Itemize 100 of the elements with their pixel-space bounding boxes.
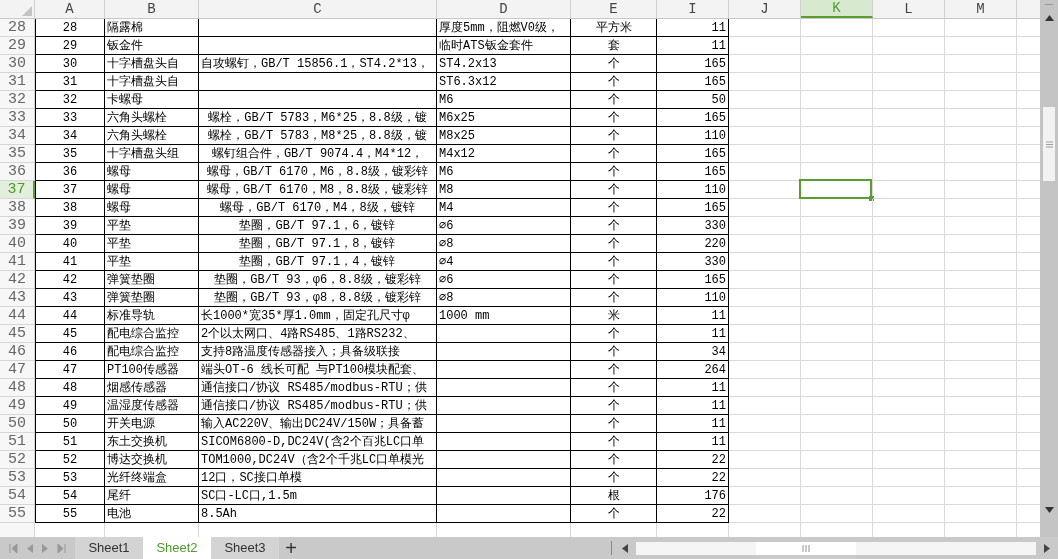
table-cell[interactable]: 46 [35,343,105,361]
table-cell[interactable]: ST6.3x12 [437,73,571,91]
scroll-thumb[interactable] [1043,107,1055,181]
table-cell[interactable]: 29 [35,37,105,55]
table-cell[interactable]: 螺钉组合件，GB/T 9074.4，M4*12， [199,145,437,163]
column-header[interactable]: E [571,0,657,18]
table-cell[interactable]: 38 [35,199,105,217]
table-cell[interactable]: 个 [571,163,657,181]
table-cell[interactable]: 43 [35,289,105,307]
table-cell[interactable]: 长1000*宽35*厚1.0mm，固定孔尺寸φ [199,307,437,325]
table-cell[interactable]: 东土交换机 [105,433,199,451]
table-cell[interactable]: 176 [657,487,729,505]
table-cell[interactable]: 烟感传感器 [105,379,199,397]
table-cell[interactable]: 个 [571,361,657,379]
table-cell[interactable]: 螺栓，GB/T 5783，M8*25，8.8级，镀 [199,127,437,145]
table-cell[interactable]: 个 [571,433,657,451]
table-cell[interactable]: 49 [35,397,105,415]
scroll-down-icon[interactable] [1044,507,1054,513]
column-header[interactable]: I [657,0,729,18]
table-cell[interactable]: ⌀6 [437,217,571,235]
table-cell[interactable]: 十字槽盘头自 [105,73,199,91]
table-cell[interactable]: 通信接口/协议 RS485/modbus-RTU；供 [199,379,437,397]
column-header[interactable]: C [199,0,437,18]
table-cell[interactable]: 隔露棉 [105,19,199,37]
table-cell[interactable]: SICOM6800-D,DC24V(含2个百兆LC口单 [199,433,437,451]
table-cell[interactable]: 165 [657,109,729,127]
table-cell[interactable]: 卡螺母 [105,91,199,109]
table-cell[interactable]: 个 [571,343,657,361]
table-cell[interactable]: 支持8路温度传感器接入；具备级联接 [199,343,437,361]
first-sheet-icon[interactable] [8,543,18,553]
row-header[interactable]: 30 [0,55,35,73]
next-sheet-icon[interactable] [42,543,49,553]
table-cell[interactable]: 110 [657,127,729,145]
table-cell[interactable]: 尾纤 [105,487,199,505]
table-cell[interactable]: 个 [571,73,657,91]
table-cell[interactable]: 个 [571,379,657,397]
row-header[interactable]: 43 [0,289,35,307]
table-cell[interactable]: 个 [571,109,657,127]
table-cell[interactable]: 34 [35,127,105,145]
column-header[interactable]: B [105,0,199,18]
empty-cell[interactable] [437,433,571,451]
table-cell[interactable]: M6 [437,163,571,181]
table-cell[interactable]: M8x25 [437,127,571,145]
table-cell[interactable]: 11 [657,37,729,55]
table-cell[interactable]: 个 [571,325,657,343]
row-header[interactable]: 48 [0,379,35,397]
table-cell[interactable]: 50 [35,415,105,433]
table-cell[interactable]: 220 [657,235,729,253]
sheet-tab[interactable]: Sheet2 [143,537,211,559]
table-cell[interactable]: 11 [657,19,729,37]
table-cell[interactable]: ST4.2x13 [437,55,571,73]
table-cell[interactable]: 个 [571,253,657,271]
table-cell[interactable]: 44 [35,307,105,325]
table-cell[interactable]: 12口，SC接口单模 [199,469,437,487]
empty-cell[interactable] [437,343,571,361]
table-cell[interactable]: 48 [35,379,105,397]
table-cell[interactable]: 自攻螺钉，GB/T 15856.1，ST4.2*13， [199,55,437,73]
table-cell[interactable]: ⌀4 [437,253,571,271]
table-cell[interactable]: 42 [35,271,105,289]
row-header[interactable]: 35 [0,145,35,163]
row-header[interactable]: 52 [0,451,35,469]
table-cell[interactable]: 个 [571,451,657,469]
table-cell[interactable]: 螺栓，GB/T 5783，M6*25，8.8级，镀 [199,109,437,127]
table-cell[interactable]: 个 [571,91,657,109]
table-cell[interactable]: 35 [35,145,105,163]
table-cell[interactable]: 个 [571,235,657,253]
table-cell[interactable]: 平垫 [105,253,199,271]
table-cell[interactable]: 165 [657,199,729,217]
add-sheet-button[interactable]: + [279,537,303,559]
table-cell[interactable]: M6 [437,91,571,109]
table-cell[interactable]: 个 [571,505,657,523]
table-cell[interactable]: 弹簧垫圈 [105,271,199,289]
table-cell[interactable]: 2个以太网口、4路RS485、1路RS232、 [199,325,437,343]
table-cell[interactable]: 套 [571,37,657,55]
vertical-scrollbar[interactable] [1040,0,1058,537]
table-cell[interactable]: 个 [571,127,657,145]
empty-cell[interactable] [437,415,571,433]
table-cell[interactable]: 22 [657,505,729,523]
table-cell[interactable]: 六角头螺栓 [105,109,199,127]
table-cell[interactable]: 螺母 [105,199,199,217]
table-cell[interactable]: 33 [35,109,105,127]
scroll-right-icon[interactable] [1044,543,1050,553]
table-cell[interactable]: 41 [35,253,105,271]
empty-cell[interactable] [437,469,571,487]
table-cell[interactable]: 临时ATS钣金套件 [437,37,571,55]
table-cell[interactable]: 根 [571,487,657,505]
row-header[interactable]: 51 [0,433,35,451]
table-cell[interactable]: 11 [657,325,729,343]
previous-sheet-icon[interactable] [26,543,33,553]
table-cell[interactable]: 39 [35,217,105,235]
row-header[interactable]: 45 [0,325,35,343]
row-header[interactable]: 31 [0,73,35,91]
table-cell[interactable]: ⌀8 [437,235,571,253]
table-cell[interactable]: 螺母，GB/T 6170，M4，8级，镀锌 [199,199,437,217]
row-header[interactable]: 28 [0,19,35,37]
table-cell[interactable]: 个 [571,199,657,217]
table-cell[interactable]: 28 [35,19,105,37]
table-cell[interactable]: 30 [35,55,105,73]
empty-cell[interactable] [437,451,571,469]
table-cell[interactable]: 50 [657,91,729,109]
